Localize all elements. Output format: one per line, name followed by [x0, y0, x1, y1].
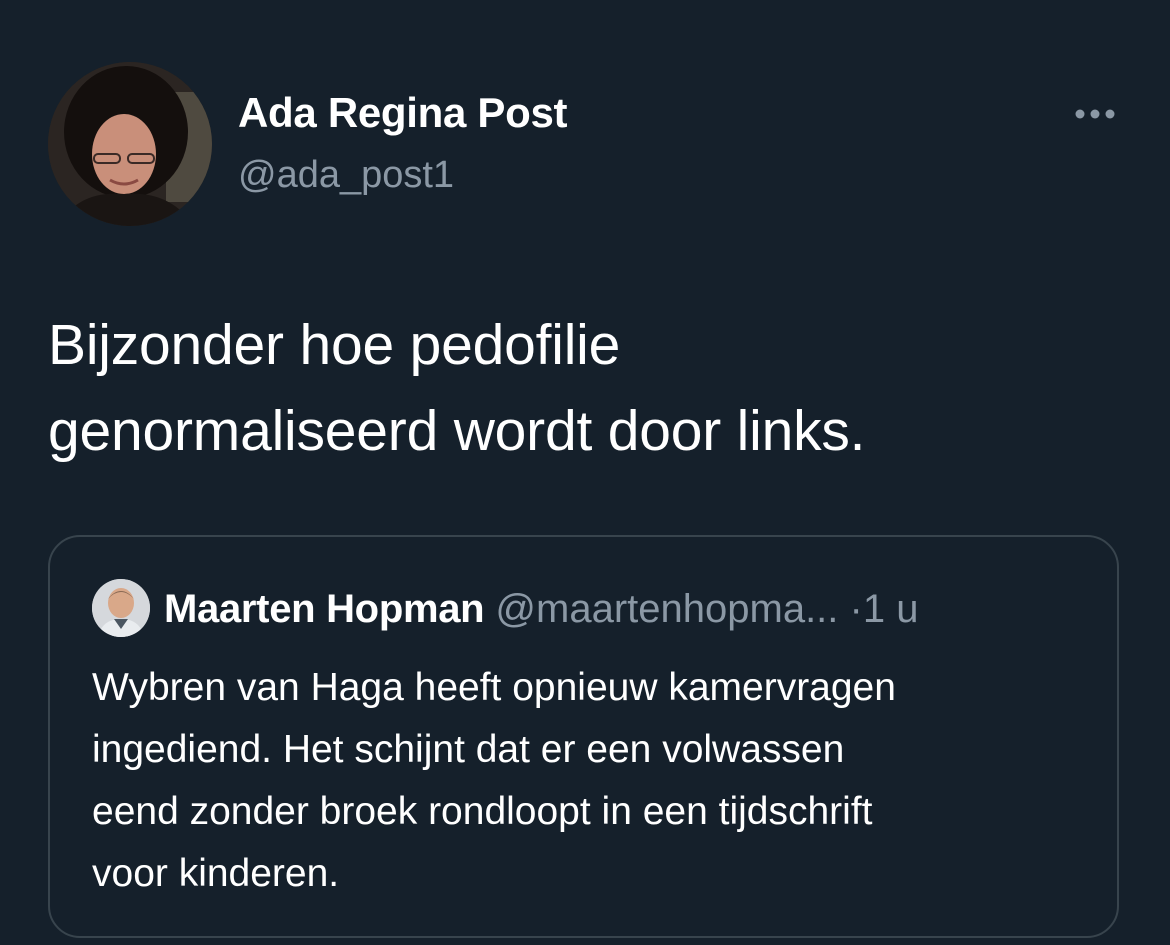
more-options-button[interactable] [1068, 96, 1124, 132]
quoted-text-line: ingediend. Het schijnt dat er een volwas… [92, 728, 845, 771]
author-avatar-image [48, 62, 212, 226]
author-avatar[interactable] [48, 62, 212, 226]
quoted-tweet-header: Maarten Hopman @maartenhopma... ·1 u [164, 585, 918, 633]
quoted-tweet-text: Wybren van Haga heeft opnieuw kamervrage… [92, 657, 1102, 905]
author-handle[interactable]: @ada_post1 [238, 154, 454, 197]
tweet-text-line: genormaliseerd wordt door links. [48, 399, 866, 463]
header-separator: · [849, 587, 863, 631]
quoted-tweet-timestamp[interactable]: 1 u [863, 587, 919, 631]
quoted-author-avatar-image [92, 579, 150, 637]
more-options-icon [1075, 109, 1115, 119]
quoted-text-line: Wybren van Haga heeft opnieuw kamervrage… [92, 666, 896, 709]
quoted-text-line: voor kinderen. [92, 852, 340, 895]
quoted-author-handle[interactable]: @maartenhopma... [495, 587, 838, 631]
quoted-text-line: eend zonder broek rondloopt in een tijds… [92, 790, 873, 833]
tweet-text-line: Bijzonder hoe pedofilie [48, 313, 621, 377]
author-name[interactable]: Ada Regina Post [238, 89, 568, 137]
tweet-text: Bijzonder hoe pedofilie genormaliseerd w… [48, 302, 1128, 474]
tweet: Ada Regina Post @ada_post1 Bijzonder hoe… [0, 0, 1170, 945]
quoted-author-avatar[interactable] [92, 579, 150, 637]
quoted-author-name[interactable]: Maarten Hopman [164, 587, 485, 631]
quoted-tweet-card[interactable]: Maarten Hopman @maartenhopma... ·1 u Wyb… [48, 535, 1119, 938]
